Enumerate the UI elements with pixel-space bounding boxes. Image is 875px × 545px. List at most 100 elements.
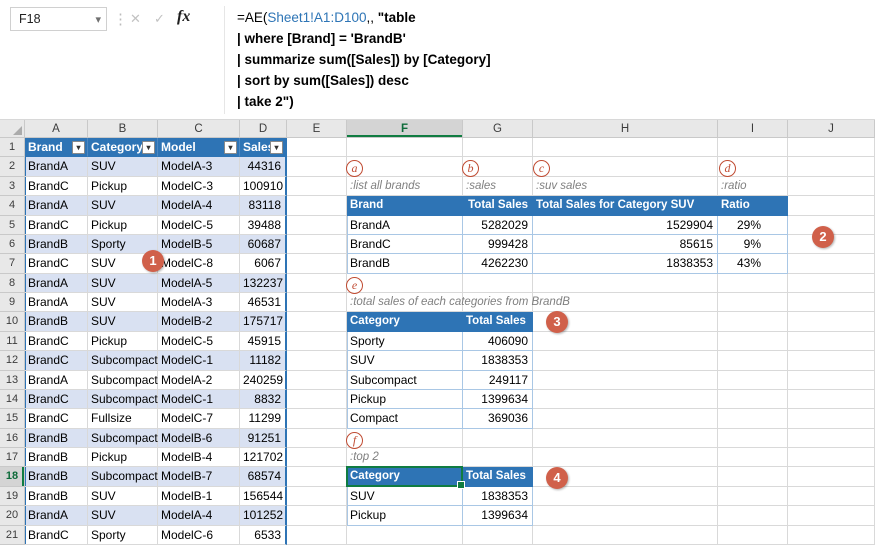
cell-C19[interactable]: ModelB-1	[158, 487, 240, 506]
formula-input[interactable]: =AE(Sheet1!A1:D100,, "table| where [Bran…	[237, 7, 491, 112]
cell-C12[interactable]: ModelC-1	[158, 351, 240, 370]
cell-B9[interactable]: SUV	[88, 293, 158, 312]
cell-A8[interactable]: BrandA	[25, 274, 88, 293]
cell-C18[interactable]: ModelB-7	[158, 467, 240, 486]
cell-J16[interactable]	[788, 429, 875, 448]
cell-A2[interactable]: BrandA	[25, 157, 88, 176]
column-header-H[interactable]: H	[533, 120, 718, 138]
cell-E19[interactable]	[287, 487, 347, 506]
row-header-12[interactable]: 12	[0, 351, 25, 370]
cell-H12[interactable]	[533, 351, 718, 370]
cell-G14[interactable]: 1399634	[463, 390, 533, 409]
column-header-F[interactable]: F	[347, 120, 463, 138]
cell-G3[interactable]: :sales	[463, 177, 533, 196]
cell-F18[interactable]: Category	[347, 467, 463, 486]
cell-C16[interactable]: ModelB-6	[158, 429, 240, 448]
cell-H2[interactable]	[533, 157, 718, 176]
cell-H11[interactable]	[533, 332, 718, 351]
cell-E9[interactable]	[287, 293, 347, 312]
cell-D18[interactable]: 68574	[240, 467, 287, 486]
cell-A13[interactable]: BrandA	[25, 371, 88, 390]
cell-G5[interactable]: 5282029	[463, 216, 533, 235]
cell-B20[interactable]: SUV	[88, 506, 158, 525]
filter-dropdown-icon[interactable]: ▾	[224, 141, 237, 154]
cell-H17[interactable]	[533, 448, 718, 467]
cell-F13[interactable]: Subcompact	[347, 371, 463, 390]
cell-H13[interactable]	[533, 371, 718, 390]
cell-A14[interactable]: BrandC	[25, 390, 88, 409]
cell-E2[interactable]	[287, 157, 347, 176]
cell-J9[interactable]	[788, 293, 875, 312]
row-header-7[interactable]: 7	[0, 254, 25, 273]
cell-D17[interactable]: 121702	[240, 448, 287, 467]
cell-H8[interactable]	[533, 274, 718, 293]
cell-F7[interactable]: BrandB	[347, 254, 463, 273]
cell-I8[interactable]	[718, 274, 788, 293]
cell-D20[interactable]: 101252	[240, 506, 287, 525]
cell-I1[interactable]	[718, 138, 788, 157]
cell-C15[interactable]: ModelC-7	[158, 409, 240, 428]
cell-J2[interactable]	[788, 157, 875, 176]
cell-J18[interactable]	[788, 467, 875, 486]
filter-dropdown-icon[interactable]: ▾	[270, 141, 283, 154]
cell-E14[interactable]	[287, 390, 347, 409]
cell-H21[interactable]	[533, 526, 718, 545]
cell-G16[interactable]	[463, 429, 533, 448]
row-header-20[interactable]: 20	[0, 506, 25, 525]
cell-F16[interactable]	[347, 429, 463, 448]
cell-A3[interactable]: BrandC	[25, 177, 88, 196]
cell-H15[interactable]	[533, 409, 718, 428]
cell-D4[interactable]: 83118	[240, 196, 287, 215]
cell-H19[interactable]	[533, 487, 718, 506]
cell-D1[interactable]: Sales▾	[240, 138, 287, 157]
cell-A5[interactable]: BrandC	[25, 216, 88, 235]
row-header-18[interactable]: 18	[0, 467, 25, 486]
cell-J21[interactable]	[788, 526, 875, 545]
cell-J8[interactable]	[788, 274, 875, 293]
row-header-11[interactable]: 11	[0, 332, 25, 351]
cell-F4[interactable]: Brand	[347, 196, 463, 215]
cell-J3[interactable]	[788, 177, 875, 196]
row-header-2[interactable]: 2	[0, 157, 25, 176]
cell-I15[interactable]	[718, 409, 788, 428]
column-header-A[interactable]: A	[25, 120, 88, 138]
cell-A12[interactable]: BrandC	[25, 351, 88, 370]
row-header-9[interactable]: 9	[0, 293, 25, 312]
cell-F21[interactable]	[347, 526, 463, 545]
cell-E7[interactable]	[287, 254, 347, 273]
cell-H16[interactable]	[533, 429, 718, 448]
cell-B19[interactable]: SUV	[88, 487, 158, 506]
cell-A18[interactable]: BrandB	[25, 467, 88, 486]
cell-E18[interactable]	[287, 467, 347, 486]
cell-F12[interactable]: SUV	[347, 351, 463, 370]
select-all-button[interactable]	[0, 120, 25, 138]
cell-E17[interactable]	[287, 448, 347, 467]
column-header-J[interactable]: J	[788, 120, 875, 138]
cell-D12[interactable]: 11182	[240, 351, 287, 370]
cell-A10[interactable]: BrandB	[25, 312, 88, 331]
cell-C11[interactable]: ModelC-5	[158, 332, 240, 351]
row-header-6[interactable]: 6	[0, 235, 25, 254]
cell-B14[interactable]: Subcompact	[88, 390, 158, 409]
column-header-I[interactable]: I	[718, 120, 788, 138]
row-header-1[interactable]: 1	[0, 138, 25, 157]
cell-B4[interactable]: SUV	[88, 196, 158, 215]
cell-F8[interactable]	[347, 274, 463, 293]
cell-F9[interactable]: :total sales of each categories from Bra…	[347, 293, 463, 312]
cell-H4[interactable]: Total Sales for Category SUV	[533, 196, 718, 215]
cell-G4[interactable]: Total Sales	[463, 196, 533, 215]
column-header-E[interactable]: E	[287, 120, 347, 138]
cell-C13[interactable]: ModelA-2	[158, 371, 240, 390]
cell-I12[interactable]	[718, 351, 788, 370]
cell-I6[interactable]: 9%	[718, 235, 788, 254]
cell-A6[interactable]: BrandB	[25, 235, 88, 254]
cell-A19[interactable]: BrandB	[25, 487, 88, 506]
cell-A21[interactable]: BrandC	[25, 526, 88, 545]
column-header-B[interactable]: B	[88, 120, 158, 138]
cell-E1[interactable]	[287, 138, 347, 157]
cell-B8[interactable]: SUV	[88, 274, 158, 293]
cell-E20[interactable]	[287, 506, 347, 525]
row-header-14[interactable]: 14	[0, 390, 25, 409]
cell-J15[interactable]	[788, 409, 875, 428]
row-header-3[interactable]: 3	[0, 177, 25, 196]
